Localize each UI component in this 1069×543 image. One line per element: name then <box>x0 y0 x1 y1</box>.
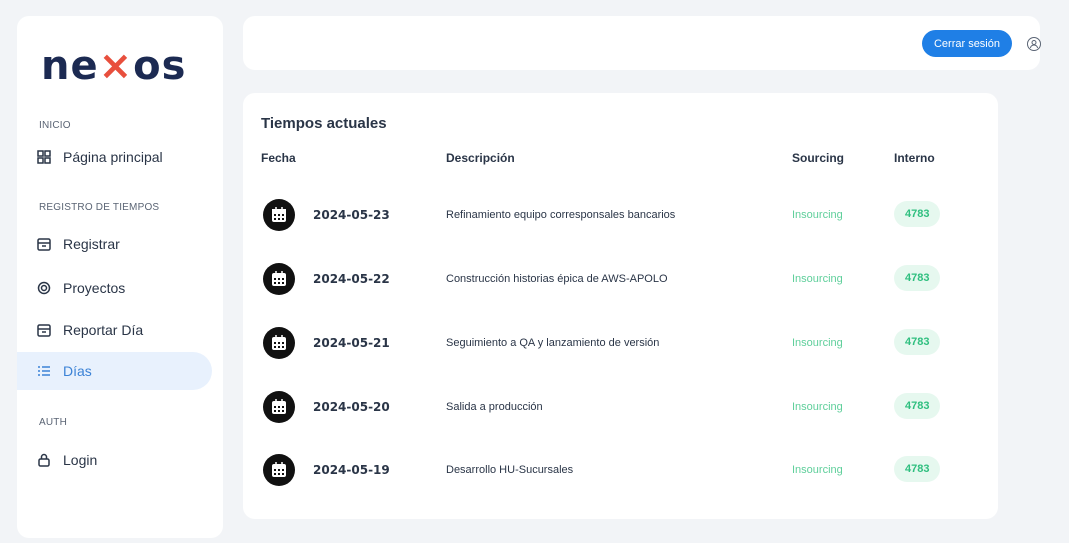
column-header-interno: Interno <box>894 151 935 165</box>
column-header-descripcion: Descripción <box>446 151 515 165</box>
logout-button[interactable]: Cerrar sesión <box>921 30 1012 57</box>
calendar-icon <box>37 237 51 251</box>
section-label-auth: AUTH <box>39 417 68 428</box>
row-description: Seguimiento a QA y lanzamiento de versió… <box>446 337 660 349</box>
sidebar-item-reportar-dia[interactable]: Reportar Día <box>17 311 212 349</box>
row-description: Construcción historias épica de AWS-APOL… <box>446 273 668 285</box>
interno-badge: 4783 <box>894 329 941 355</box>
row-sourcing: Insourcing <box>792 401 843 413</box>
sidebar-item-label: Página principal <box>63 149 163 165</box>
row-date: 2024-05-19 <box>313 463 390 477</box>
row-sourcing: Insourcing <box>792 273 843 285</box>
table-row[interactable]: 2024-05-20 Salida a producción Insourcin… <box>243 389 998 429</box>
column-header-fecha: Fecha <box>261 151 296 165</box>
row-date: 2024-05-22 <box>313 272 390 286</box>
row-sourcing: Insourcing <box>792 209 843 221</box>
section-label-inicio: INICIO <box>39 120 71 131</box>
row-date: 2024-05-20 <box>313 400 390 414</box>
row-description: Refinamiento equipo corresponsales banca… <box>446 209 676 221</box>
calendar-icon <box>263 327 295 359</box>
calendar-icon <box>263 391 295 423</box>
sidebar-item-proyectos[interactable]: Proyectos <box>17 269 212 307</box>
logo[interactable]: ne × os <box>41 43 187 89</box>
sidebar: ne × os INICIO Página principal REGISTRO D… <box>17 16 223 538</box>
section-label-registro: REGISTRO DE TIEMPOS <box>39 202 160 213</box>
table-row[interactable]: 2024-05-19 Desarrollo HU-Sucursales Inso… <box>243 452 998 492</box>
sidebar-item-label: Registrar <box>63 236 120 252</box>
row-date: 2024-05-21 <box>313 336 390 350</box>
row-sourcing: Insourcing <box>792 464 843 476</box>
row-sourcing: Insourcing <box>792 337 843 349</box>
calendar-icon <box>263 263 295 295</box>
interno-badge: 4783 <box>894 456 941 482</box>
column-header-sourcing: Sourcing <box>792 151 845 165</box>
interno-badge: 4783 <box>894 265 941 291</box>
sidebar-item-login[interactable]: Login <box>17 441 212 479</box>
sidebar-item-registrar[interactable]: Registrar <box>17 225 212 263</box>
table-row[interactable]: 2024-05-21 Seguimiento a QA y lanzamient… <box>243 325 998 365</box>
logo-text-start: ne <box>41 43 99 89</box>
logo-text-end: os <box>133 43 187 89</box>
times-card: Tiempos actuales Fecha Descripción Sourc… <box>243 93 998 519</box>
sidebar-item-label: Login <box>63 452 98 468</box>
row-description: Salida a producción <box>446 401 543 413</box>
sidebar-item-label: Días <box>63 363 92 379</box>
logo-x-mark: × <box>98 43 134 89</box>
top-header: Cerrar sesión <box>243 16 1042 70</box>
interno-badge: 4783 <box>894 201 941 227</box>
sidebar-item-label: Proyectos <box>63 280 126 296</box>
row-description: Desarrollo HU-Sucursales <box>446 464 574 476</box>
sidebar-item-pagina-principal[interactable]: Página principal <box>17 138 212 176</box>
list-icon <box>37 364 51 378</box>
table-row[interactable]: 2024-05-22 Construcción historias épica … <box>243 261 998 301</box>
calendar-icon <box>263 199 295 231</box>
calendar-icon <box>263 454 295 486</box>
page-title: Tiempos actuales <box>261 115 387 132</box>
lock-icon <box>37 453 51 467</box>
settings-icon <box>37 281 51 295</box>
user-circle-icon[interactable] <box>1026 36 1042 52</box>
app-root: ne × os INICIO Página principal REGISTRO D… <box>0 0 1069 543</box>
sidebar-item-dias[interactable]: Días <box>17 352 212 390</box>
calendar-icon <box>37 323 51 337</box>
interno-badge: 4783 <box>894 393 941 419</box>
table-row[interactable]: 2024-05-23 Refinamiento equipo correspon… <box>243 197 998 237</box>
sidebar-item-label: Reportar Día <box>63 322 144 338</box>
row-date: 2024-05-23 <box>313 208 390 222</box>
dashboard-icon <box>37 150 51 164</box>
